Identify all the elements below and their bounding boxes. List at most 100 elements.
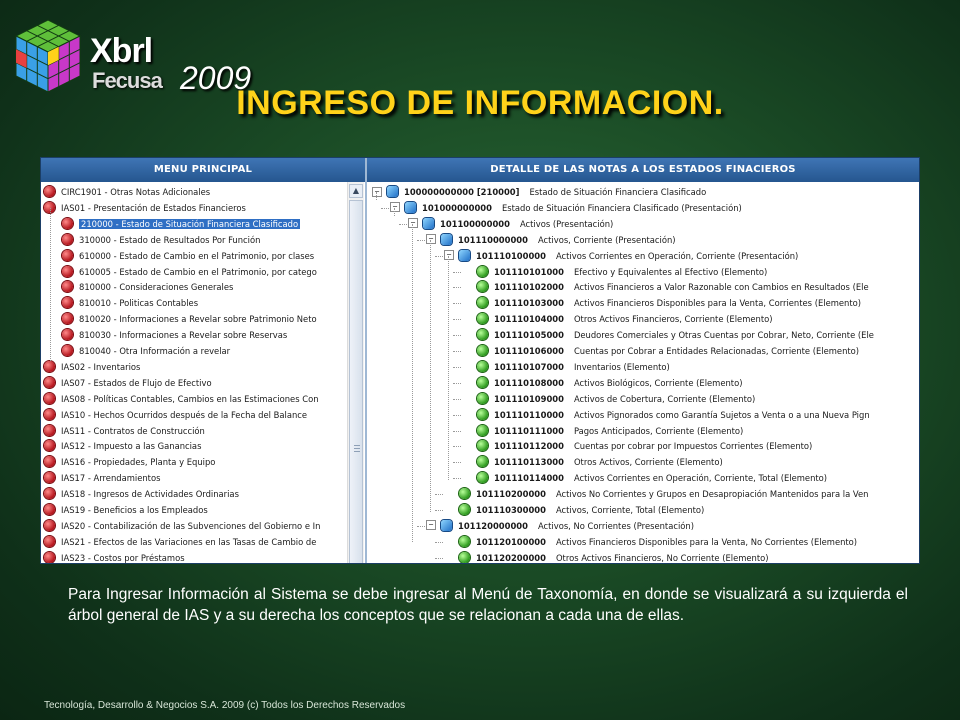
menu-tree-item[interactable]: IAS19 - Beneficios a los Empleados <box>44 502 208 518</box>
detail-tree-item[interactable]: − 101120000000 Activos, No Corrientes (Pre… <box>426 518 694 534</box>
logo-xbrl-text: Xbrl <box>90 32 153 70</box>
detail-tree-item[interactable]: − 101110100000 Activos Corrientes en Opera… <box>444 248 798 264</box>
right-tree-pane: −100000000000 [210000] Estado de Situació… <box>368 182 919 563</box>
menu-tree-item-label: IAS19 - Beneficios a los Empleados <box>61 505 208 515</box>
menu-tree-item[interactable]: 810020 - Informaciones a Revelar sobre P… <box>62 311 317 327</box>
detail-tree-item[interactable]: 101110101000 Efectivo y Equivalentes al E… <box>462 264 767 280</box>
red-sphere-node-icon <box>62 281 73 293</box>
menu-tree-item[interactable]: IAS23 - Costos por Préstamos <box>44 550 185 563</box>
detail-tree-item[interactable]: 101110103000 Activos Financieros Disponib… <box>462 295 861 311</box>
concept-description: Cuentas por cobrar por Impuestos Corrien… <box>573 441 813 452</box>
scroll-up-arrow-icon[interactable]: ▲ <box>349 184 363 198</box>
detail-tree-item[interactable]: 101110108000 Activos Biológicos, Corrient… <box>462 375 742 391</box>
concept-description: Activos Financieros Disponibles para la … <box>573 298 862 309</box>
red-sphere-node-icon <box>44 551 55 563</box>
detail-tree-item[interactable]: 101110107000 Inventarios (Elemento) <box>462 359 670 375</box>
detail-tree-item[interactable]: 101120100000 Activos Financieros Disponib… <box>444 534 857 550</box>
menu-tree-item[interactable]: IAS16 - Propiedades, Planta y Equipo <box>44 454 215 470</box>
tree-connector-line <box>453 366 461 368</box>
tree-connector-line <box>453 351 461 352</box>
red-sphere-node-icon <box>62 265 73 277</box>
detail-tree-item[interactable]: 101110109000 Activos de Cobertura, Corrie… <box>462 391 755 407</box>
detail-tree-item[interactable]: − 101110000000 Activos, Corriente (Present… <box>426 232 676 248</box>
menu-tree-item[interactable]: IAS21 - Efectos de las Variaciones en la… <box>44 534 316 550</box>
menu-tree-item[interactable]: IAS02 - Inventarios <box>44 359 140 375</box>
detail-tree-item[interactable]: 101110200000 Activos No Corrientes y Grup… <box>444 486 868 502</box>
menu-tree-item[interactable]: IAS07 - Estados de Flujo de Efectivo <box>44 375 212 391</box>
tree-connector-line <box>50 208 51 361</box>
menu-tree-item-label: 610005 - Estado de Cambio en el Patrimon… <box>79 266 317 277</box>
menu-tree-item[interactable]: 310000 - Estado de Resultados Por Funció… <box>62 232 260 248</box>
detail-tree-item[interactable]: 101110300000 Activos, Corriente, Total (E… <box>444 502 704 518</box>
detail-tree-item[interactable]: 101110112000 Cuentas por cobrar por Impue… <box>462 438 812 454</box>
left-scrollbar[interactable]: ▲ <box>347 182 364 563</box>
menu-tree-item[interactable]: 610000 - Estado de Cambio en el Patrimon… <box>62 248 314 264</box>
detail-tree-item[interactable]: 101110106000 Cuentas por Cobrar a Entidad… <box>462 343 859 359</box>
menu-tree-item[interactable]: IAS08 - Políticas Contables, Cambios en … <box>44 391 319 407</box>
menu-tree-item[interactable]: IAS01 - Presentación de Estados Financie… <box>44 200 246 216</box>
green-element-node-icon <box>477 424 488 436</box>
menu-tree-item[interactable]: IAS17 - Arrendamientos <box>44 470 160 486</box>
detail-tree-item[interactable]: 101110113000 Otros Activos, Corriente (El… <box>462 454 723 470</box>
menu-tree-item[interactable]: IAS18 - Ingresos de Actividades Ordinari… <box>44 486 239 502</box>
menu-tree-item-label: 810000 - Consideraciones Generales <box>79 282 234 293</box>
menu-tree-item[interactable]: IAS10 - Hechos Ocurridos después de la F… <box>44 407 307 423</box>
concept-code: 101110102000 <box>494 282 564 293</box>
tree-connector-line <box>417 239 425 241</box>
menu-tree-item[interactable]: IAS12 - Impuesto a las Ganancias <box>44 438 201 454</box>
detail-tree-item[interactable]: 101110114000 Activos Corrientes en Operac… <box>462 470 827 486</box>
menu-tree-item[interactable]: 810010 - Politicas Contables <box>62 295 198 311</box>
detail-tree-item[interactable]: − 101100000000 Activos (Presentación) <box>408 216 613 232</box>
collapse-toggle-icon[interactable]: − <box>408 218 418 229</box>
collapse-toggle-icon[interactable]: − <box>390 202 400 213</box>
collapse-toggle-icon[interactable]: − <box>426 520 436 531</box>
concept-code: 101110103000 <box>494 298 564 309</box>
concept-code: 101110107000 <box>494 361 564 372</box>
tree-connector-line <box>453 398 461 400</box>
blue-cube-node-icon <box>387 186 398 197</box>
detail-tree-item[interactable]: − 100000000000 [210000] Estado de Situació… <box>372 184 706 200</box>
concept-code: 101120000000 <box>458 520 528 531</box>
red-sphere-node-icon <box>44 392 55 404</box>
detail-tree-item[interactable]: 101110104000 Otros Activos Financieros, C… <box>462 311 773 327</box>
tree-connector-line <box>453 303 461 305</box>
green-element-node-icon <box>477 360 488 372</box>
detail-tree-item[interactable]: 101110105000 Deudores Comerciales y Otras… <box>462 327 874 343</box>
tree-connector-line <box>453 478 461 480</box>
red-sphere-node-icon <box>62 313 73 325</box>
menu-tree-item[interactable]: 810040 - Otra Información a revelar <box>62 343 230 359</box>
menu-tree-item[interactable]: 810000 - Consideraciones Generales <box>62 279 233 295</box>
red-sphere-node-icon <box>44 408 55 420</box>
collapse-toggle-icon[interactable]: − <box>444 250 454 261</box>
detail-tree-item[interactable]: − 101000000000 Estado de Situación Financi… <box>390 200 742 216</box>
red-sphere-node-icon <box>62 217 73 229</box>
tree-connector-line <box>376 192 377 200</box>
detail-tree-item[interactable]: 101110110000 Activos Pignorados como Gara… <box>462 407 870 423</box>
menu-tree-item[interactable]: 610005 - Estado de Cambio en el Patrimon… <box>62 264 317 280</box>
red-sphere-node-icon <box>44 456 55 468</box>
scroll-thumb[interactable] <box>349 200 363 563</box>
red-sphere-node-icon <box>62 329 73 341</box>
concept-description: Activos Corrientes en Operación, Corrien… <box>555 250 799 261</box>
detail-tree-item[interactable]: 101120200000 Otros Activos Financieros, N… <box>444 550 769 563</box>
menu-tree-item[interactable]: IAS20 - Contabilización de las Subvencio… <box>44 518 320 534</box>
green-element-node-icon <box>477 392 488 404</box>
menu-tree-item[interactable]: 210000 - Estado de Situación Financiera … <box>62 216 302 232</box>
collapse-toggle-icon[interactable]: − <box>426 234 436 245</box>
detail-tree-item[interactable]: 101110111000 Pagos Anticipados, Corriente… <box>462 423 743 439</box>
concept-description: Activos Pignorados como Garantía Sujetos… <box>573 409 870 420</box>
tree-connector-line <box>453 382 461 384</box>
concept-description: Cuentas por Cobrar a Entidades Relaciona… <box>573 346 860 356</box>
pane-splitter[interactable] <box>365 158 367 563</box>
concept-description: Activos, Corriente (Presentación) <box>537 234 676 245</box>
menu-tree-item[interactable]: IAS11 - Contratos de Construcción <box>44 423 205 439</box>
menu-tree-item[interactable]: 810030 - Informaciones a Revelar sobre R… <box>62 327 287 343</box>
menu-tree-item-label: IAS02 - Inventarios <box>61 361 141 372</box>
green-element-node-icon <box>477 408 488 420</box>
blue-cube-node-icon <box>423 217 434 229</box>
concept-code: 101110109000 <box>494 393 564 404</box>
detail-tree-item[interactable]: 101110102000 Activos Financieros a Valor … <box>462 279 869 295</box>
menu-tree-item[interactable]: CIRC1901 - Otras Notas Adicionales <box>44 184 210 200</box>
green-element-node-icon <box>477 313 488 325</box>
collapse-toggle-icon[interactable]: − <box>372 186 382 197</box>
